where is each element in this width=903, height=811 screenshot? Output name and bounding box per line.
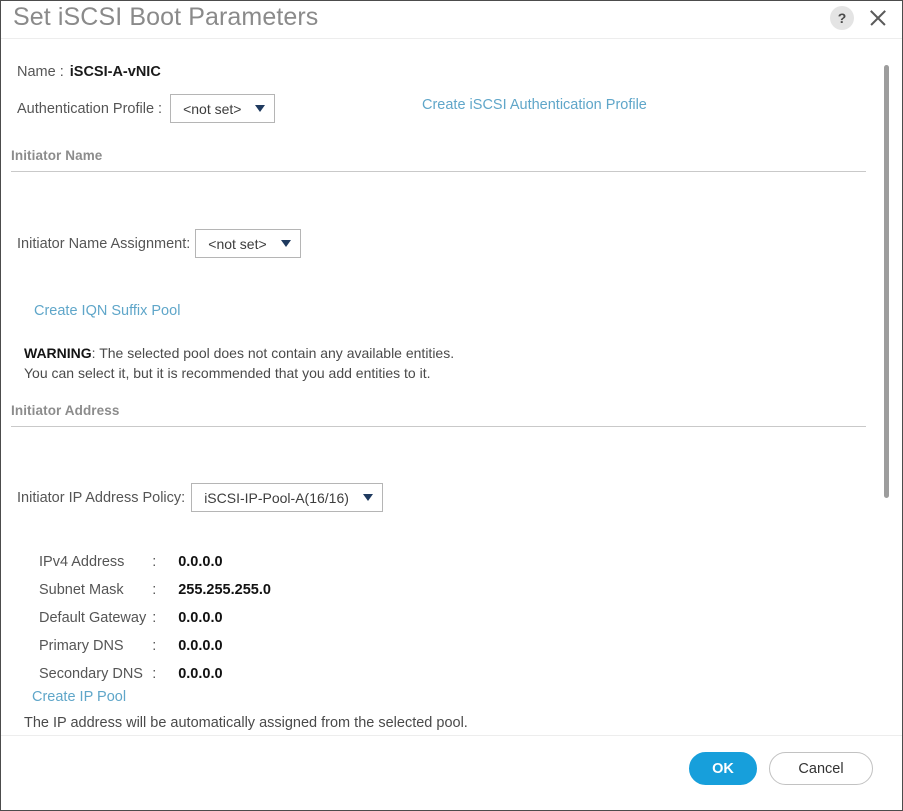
ip-field-value: 0.0.0.0: [178, 610, 223, 626]
pool-warning-message: WARNING: The selected pool does not cont…: [24, 343, 454, 383]
create-iqn-suffix-pool-link[interactable]: Create IQN Suffix Pool: [34, 303, 180, 319]
table-row: IPv4 Address : 0.0.0.0: [39, 554, 271, 580]
warning-text-1: : The selected pool does not contain any…: [91, 345, 455, 361]
ip-details-table: IPv4 Address : 0.0.0.0 Subnet Mask : 255…: [37, 552, 273, 694]
section-divider: [11, 426, 866, 427]
ip-field-value: 255.255.255.0: [178, 582, 271, 598]
name-row: Name : iSCSI-A-vNIC: [17, 64, 161, 80]
initiator-name-section-header: Initiator Name: [11, 148, 866, 172]
scrollbar-thumb[interactable]: [884, 65, 889, 498]
section-divider: [11, 171, 866, 172]
create-iscsi-authentication-profile-link[interactable]: Create iSCSI Authentication Profile: [422, 97, 647, 113]
initiator-address-section-header: Initiator Address: [11, 403, 866, 427]
ip-field-separator: :: [152, 582, 157, 598]
ip-field-value: 0.0.0.0: [178, 554, 223, 570]
dialog-body: Name : iSCSI-A-vNIC Authentication Profi…: [1, 40, 902, 736]
ip-assignment-note: The IP address will be automatically ass…: [24, 715, 468, 731]
warning-line-1: WARNING: The selected pool does not cont…: [24, 343, 454, 363]
initiator-address-section-title: Initiator Address: [11, 403, 120, 418]
table-row: Subnet Mask : 255.255.255.0: [39, 582, 271, 608]
name-value: iSCSI-A-vNIC: [69, 64, 161, 80]
page-title: Set iSCSI Boot Parameters: [13, 3, 319, 31]
ip-field-separator: :: [152, 638, 157, 654]
chevron-down-icon: [280, 240, 291, 247]
initiator-name-assignment-label: Initiator Name Assignment:: [17, 235, 191, 252]
initiator-ip-address-policy-row: Initiator IP Address Policy: iSCSI-IP-Po…: [17, 483, 383, 512]
ip-field-label: IPv4 Address: [39, 554, 125, 570]
ip-field-label: Primary DNS: [39, 638, 124, 654]
ip-field-label: Subnet Mask: [39, 582, 124, 598]
chevron-down-icon: [255, 105, 266, 112]
ip-field-separator: :: [152, 554, 157, 570]
ip-field-value: 0.0.0.0: [178, 666, 223, 682]
initiator-ip-address-policy-value: iSCSI-IP-Pool-A(16/16): [204, 489, 349, 506]
table-row: Default Gateway : 0.0.0.0: [39, 610, 271, 636]
chevron-down-icon: [362, 494, 373, 501]
authentication-profile-row: Authentication Profile : <not set>: [17, 94, 276, 123]
name-label: Name :: [17, 64, 64, 80]
cancel-button[interactable]: Cancel: [769, 752, 873, 785]
footer-button-group: OK Cancel: [689, 752, 873, 785]
initiator-ip-address-policy-select[interactable]: iSCSI-IP-Pool-A(16/16): [191, 483, 383, 512]
authentication-profile-value: <not set>: [183, 100, 242, 117]
warning-prefix: WARNING: [24, 345, 92, 361]
initiator-name-section-title: Initiator Name: [11, 148, 103, 163]
close-icon[interactable]: [866, 6, 890, 30]
warning-line-2: You can select it, but it is recommended…: [24, 365, 431, 381]
set-iscsi-boot-parameters-dialog: Set iSCSI Boot Parameters ? Name : iSCSI…: [0, 0, 903, 811]
titlebar-actions: ?: [830, 6, 890, 30]
ip-field-value: 0.0.0.0: [178, 638, 223, 654]
vertical-scrollbar[interactable]: [883, 65, 890, 510]
authentication-profile-label: Authentication Profile :: [17, 100, 163, 117]
create-ip-pool-link[interactable]: Create IP Pool: [32, 689, 126, 705]
ok-button[interactable]: OK: [689, 752, 757, 785]
ip-field-separator: :: [152, 610, 157, 626]
initiator-name-assignment-value: <not set>: [208, 235, 267, 252]
initiator-name-assignment-select[interactable]: <not set>: [195, 229, 301, 258]
help-icon[interactable]: ?: [830, 6, 854, 30]
ip-field-label: Default Gateway: [39, 610, 147, 626]
table-row: Primary DNS : 0.0.0.0: [39, 638, 271, 664]
authentication-profile-select[interactable]: <not set>: [170, 94, 276, 123]
initiator-ip-address-policy-label: Initiator IP Address Policy:: [17, 489, 186, 506]
dialog-titlebar: Set iSCSI Boot Parameters ?: [1, 1, 902, 39]
ip-details-body: IPv4 Address : 0.0.0.0 Subnet Mask : 255…: [39, 554, 271, 692]
initiator-name-assignment-row: Initiator Name Assignment: <not set>: [17, 229, 301, 258]
dialog-footer: OK Cancel: [1, 735, 902, 810]
ip-field-separator: :: [152, 666, 157, 682]
